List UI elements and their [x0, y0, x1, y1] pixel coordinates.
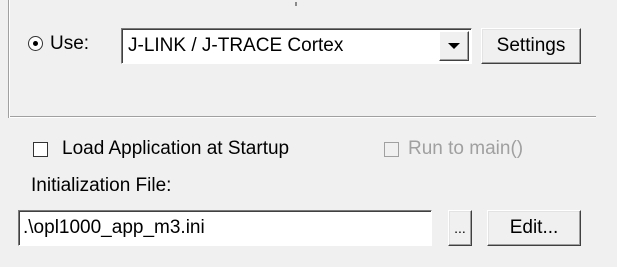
use-label: Use:: [50, 33, 90, 54]
debugger-driver-select[interactable]: J-LINK / J-TRACE Cortex: [121, 28, 472, 64]
chevron-down-icon: [448, 43, 460, 49]
settings-button-label: Settings: [496, 35, 566, 56]
group-separator-highlight: [10, 117, 596, 118]
divider-tick: [295, 2, 297, 6]
radio-dot-icon: [33, 41, 38, 46]
load-application-checkbox[interactable]: [33, 142, 48, 157]
debugger-driver-value: J-LINK / J-TRACE Cortex: [128, 35, 344, 56]
load-application-label: Load Application at Startup: [62, 138, 290, 159]
dropdown-button[interactable]: [439, 31, 469, 61]
run-to-main-checkbox[interactable]: [384, 142, 399, 157]
browse-button-label: ...: [454, 220, 466, 236]
initialization-file-input[interactable]: [18, 210, 432, 246]
vertical-divider-highlight: [9, 0, 10, 118]
use-radio[interactable]: [28, 36, 43, 51]
run-to-main-label: Run to main(): [408, 138, 524, 159]
browse-button[interactable]: ...: [448, 210, 472, 246]
edit-button-label: Edit...: [509, 217, 559, 238]
edit-button[interactable]: Edit...: [487, 210, 581, 246]
settings-button[interactable]: Settings: [481, 28, 581, 64]
initialization-file-label: Initialization File:: [31, 175, 172, 196]
